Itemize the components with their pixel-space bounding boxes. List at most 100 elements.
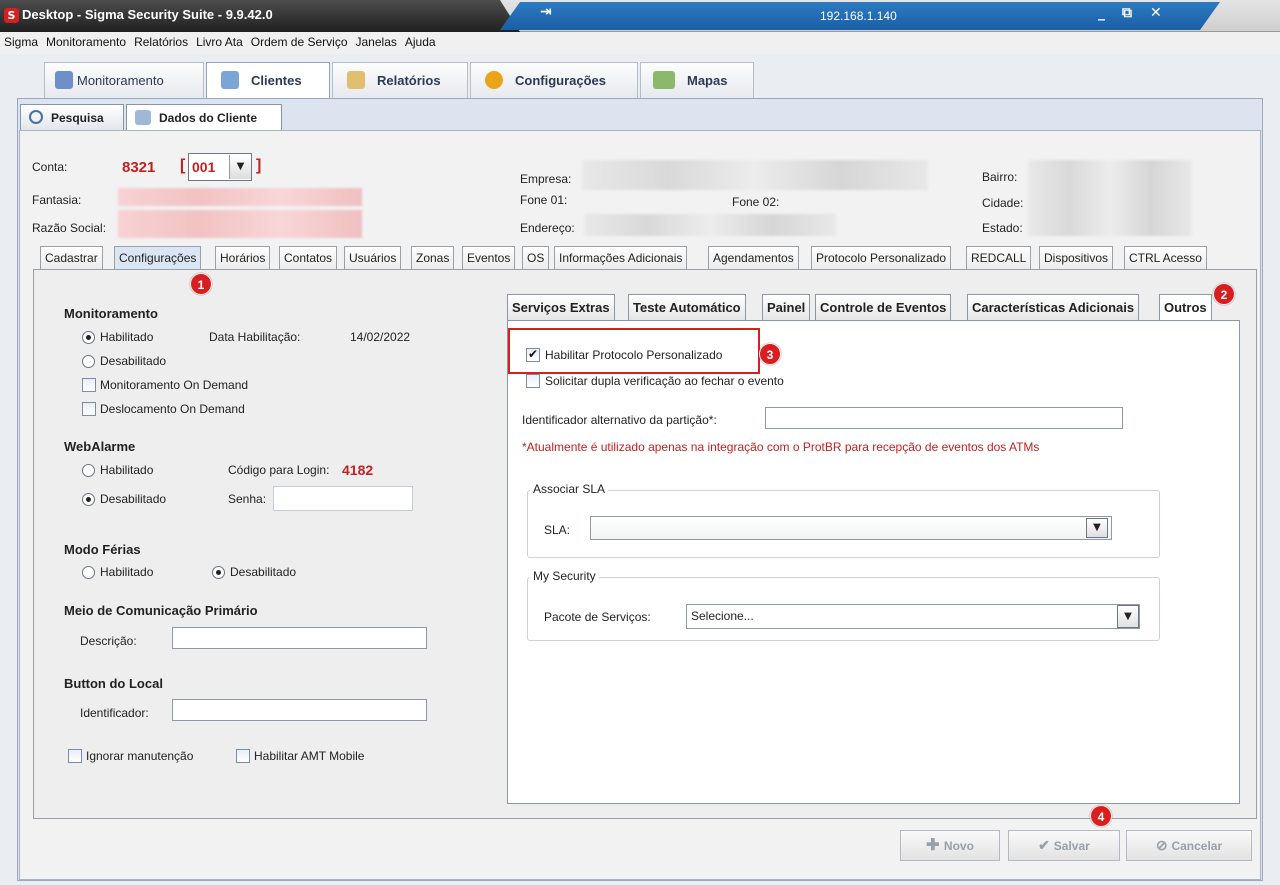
tab-ctrl-acesso[interactable]: CTRL Acesso [1124,246,1207,269]
tab-redcall[interactable]: REDCALL [966,246,1032,269]
tab-informacoes-adicionais[interactable]: Informações Adicionais [554,246,688,269]
chevron-down-icon[interactable]: ▼ [229,155,251,179]
tab-servicos-extras[interactable]: Serviços Extras [507,294,615,320]
endereco-details-redacted [1028,160,1192,236]
menu-ordem-servico[interactable]: Ordem de Serviço [247,32,352,49]
cancel-icon: ⊘ [1155,837,1172,853]
tab-painel[interactable]: Painel [762,294,811,320]
dupla-verificacao-checkbox[interactable] [526,374,540,388]
tab-dispositivos[interactable]: Dispositivos [1039,246,1114,269]
minimize-button[interactable]: _ [1098,5,1105,21]
salvar-label: Salvar [1053,839,1090,853]
tab-label: Dados do Cliente [159,111,258,125]
salvar-button[interactable]: ✔ Salvar [1008,830,1120,861]
menu-sigma[interactable]: Sigma [0,32,42,49]
sigma-logo-icon: S [4,8,19,23]
cancelar-button[interactable]: ⊘ Cancelar [1126,830,1252,861]
pacote-servicos-select[interactable]: Selecione... [686,604,1140,629]
monitoramento-on-demand-label: Monitoramento On Demand [100,378,249,392]
tab-zonas[interactable]: Zonas [411,246,455,269]
chevron-down-icon[interactable]: ▼ [1117,605,1139,628]
ferias-habilitado-radio[interactable] [82,566,95,579]
monitoramento-habilitado-radio[interactable] [82,331,95,344]
menu-monitoramento[interactable]: Monitoramento [42,32,130,49]
tab-clientes[interactable]: Clientes [206,62,330,98]
tab-dados-cliente[interactable]: Dados do Cliente [126,104,282,130]
ferias-habilitado-label: Habilitado [100,565,154,579]
tab-configuracoes[interactable]: Configurações [470,62,638,98]
tab-teste-automatico[interactable]: Teste Automático [628,294,746,320]
identificador-alternativo-label: Identificador alternativo da partição*: [522,413,717,427]
tab-controle-eventos[interactable]: Controle de Eventos [815,294,952,320]
ignorar-manutencao-checkbox[interactable] [68,749,82,763]
wa-habilitado-label: Habilitado [100,463,154,477]
novo-button[interactable]: ✚ Novo [900,830,1000,861]
fantasia-label: Fantasia: [32,193,82,207]
tab-monitoramento[interactable]: Monitoramento [44,62,204,98]
annotation-badge-1: 1 [190,273,212,295]
fone2-label: Fone 02: [732,195,780,209]
habilitar-amt-checkbox[interactable] [236,749,250,763]
close-button[interactable]: ✕ [1150,5,1162,21]
menu-livro-ata[interactable]: Livro Ata [192,32,247,49]
monitoramento-desabilitado-radio[interactable] [82,355,95,368]
monitoramento-on-demand-checkbox[interactable] [82,378,96,392]
tab-outros[interactable]: Outros [1159,294,1212,320]
webalarme-habilitado-radio[interactable] [82,464,95,477]
habilitar-amt-label: Habilitar AMT Mobile [254,749,365,763]
habilitar-protocolo-label: Habilitar Protocolo Personalizado [545,348,723,362]
fantasia-redacted [118,188,362,206]
tab-usuarios[interactable]: Usuários [344,246,402,269]
tab-os[interactable]: OS [522,246,550,269]
tab-mapas[interactable]: Mapas [640,62,754,98]
deslocamento-on-demand-label: Deslocamento On Demand [100,402,245,416]
map-icon [653,71,675,89]
habilitar-protocolo-checkbox[interactable] [526,347,540,362]
tab-contatos[interactable]: Contatos [279,246,338,269]
tab-label: Configurações [515,73,607,88]
particao-select[interactable]: 001 ▼ [188,153,252,181]
tab-cadastrar[interactable]: Cadastrar [40,246,103,269]
tab-relatorios[interactable]: Relatórios [332,62,468,98]
identificador-input[interactable] [172,699,427,721]
conta-label: Conta: [32,160,68,174]
title-bar: S Desktop - Sigma Security Suite - 9.9.4… [0,0,1280,32]
tab-label: Pesquisa [51,111,104,125]
descricao-input[interactable] [172,627,427,649]
razao-label: Razão Social: [32,221,107,235]
codigo-login-value: 4182 [342,462,374,478]
plus-icon: ✚ [926,837,944,854]
ip-address: 192.168.1.140 [820,9,897,23]
button-local-title: Button do Local [64,676,163,691]
sla-select[interactable] [590,516,1112,540]
restore-button[interactable]: ⧉ [1122,5,1132,21]
deslocamento-on-demand-checkbox[interactable] [82,402,96,416]
pacote-servicos-label: Pacote de Serviços: [544,610,651,624]
associar-sla-legend: Associar SLA [530,482,609,496]
tab-agendamentos[interactable]: Agendamentos [708,246,799,269]
tab-label: Clientes [251,73,302,88]
menu-janelas[interactable]: Janelas [352,32,401,49]
data-habilitacao-label: Data Habilitação: [209,330,301,344]
ferias-desabilitado-radio[interactable] [212,566,225,579]
menu-ajuda[interactable]: Ajuda [401,32,440,49]
chevron-down-icon[interactable]: ▼ [1086,518,1108,538]
tab-configuracoes-detail[interactable]: Configurações [114,246,202,270]
senha-input[interactable] [273,486,413,511]
identificador-label: Identificador: [80,706,149,720]
tab-eventos[interactable]: Eventos [462,246,516,269]
tab-protocolo-personalizado[interactable]: Protocolo Personalizado [811,246,952,269]
menu-relatorios[interactable]: Relatórios [130,32,192,49]
wa-desabilitado-label: Desabilitado [100,492,167,506]
identificador-alternativo-input[interactable] [765,407,1123,429]
annotation-badge-2: 2 [1213,283,1235,305]
bracket-close: ] [256,157,262,174]
endereco-redacted [584,214,836,236]
tab-label: Mapas [687,73,728,88]
tab-caracteristicas-adicionais[interactable]: Características Adicionais [967,294,1140,320]
webalarme-desabilitado-radio[interactable] [82,493,95,506]
report-icon [347,71,365,89]
tab-pesquisa[interactable]: Pesquisa [20,104,124,130]
pin-icon[interactable]: ⇥ [540,4,552,20]
tab-horarios[interactable]: Horários [215,246,271,269]
